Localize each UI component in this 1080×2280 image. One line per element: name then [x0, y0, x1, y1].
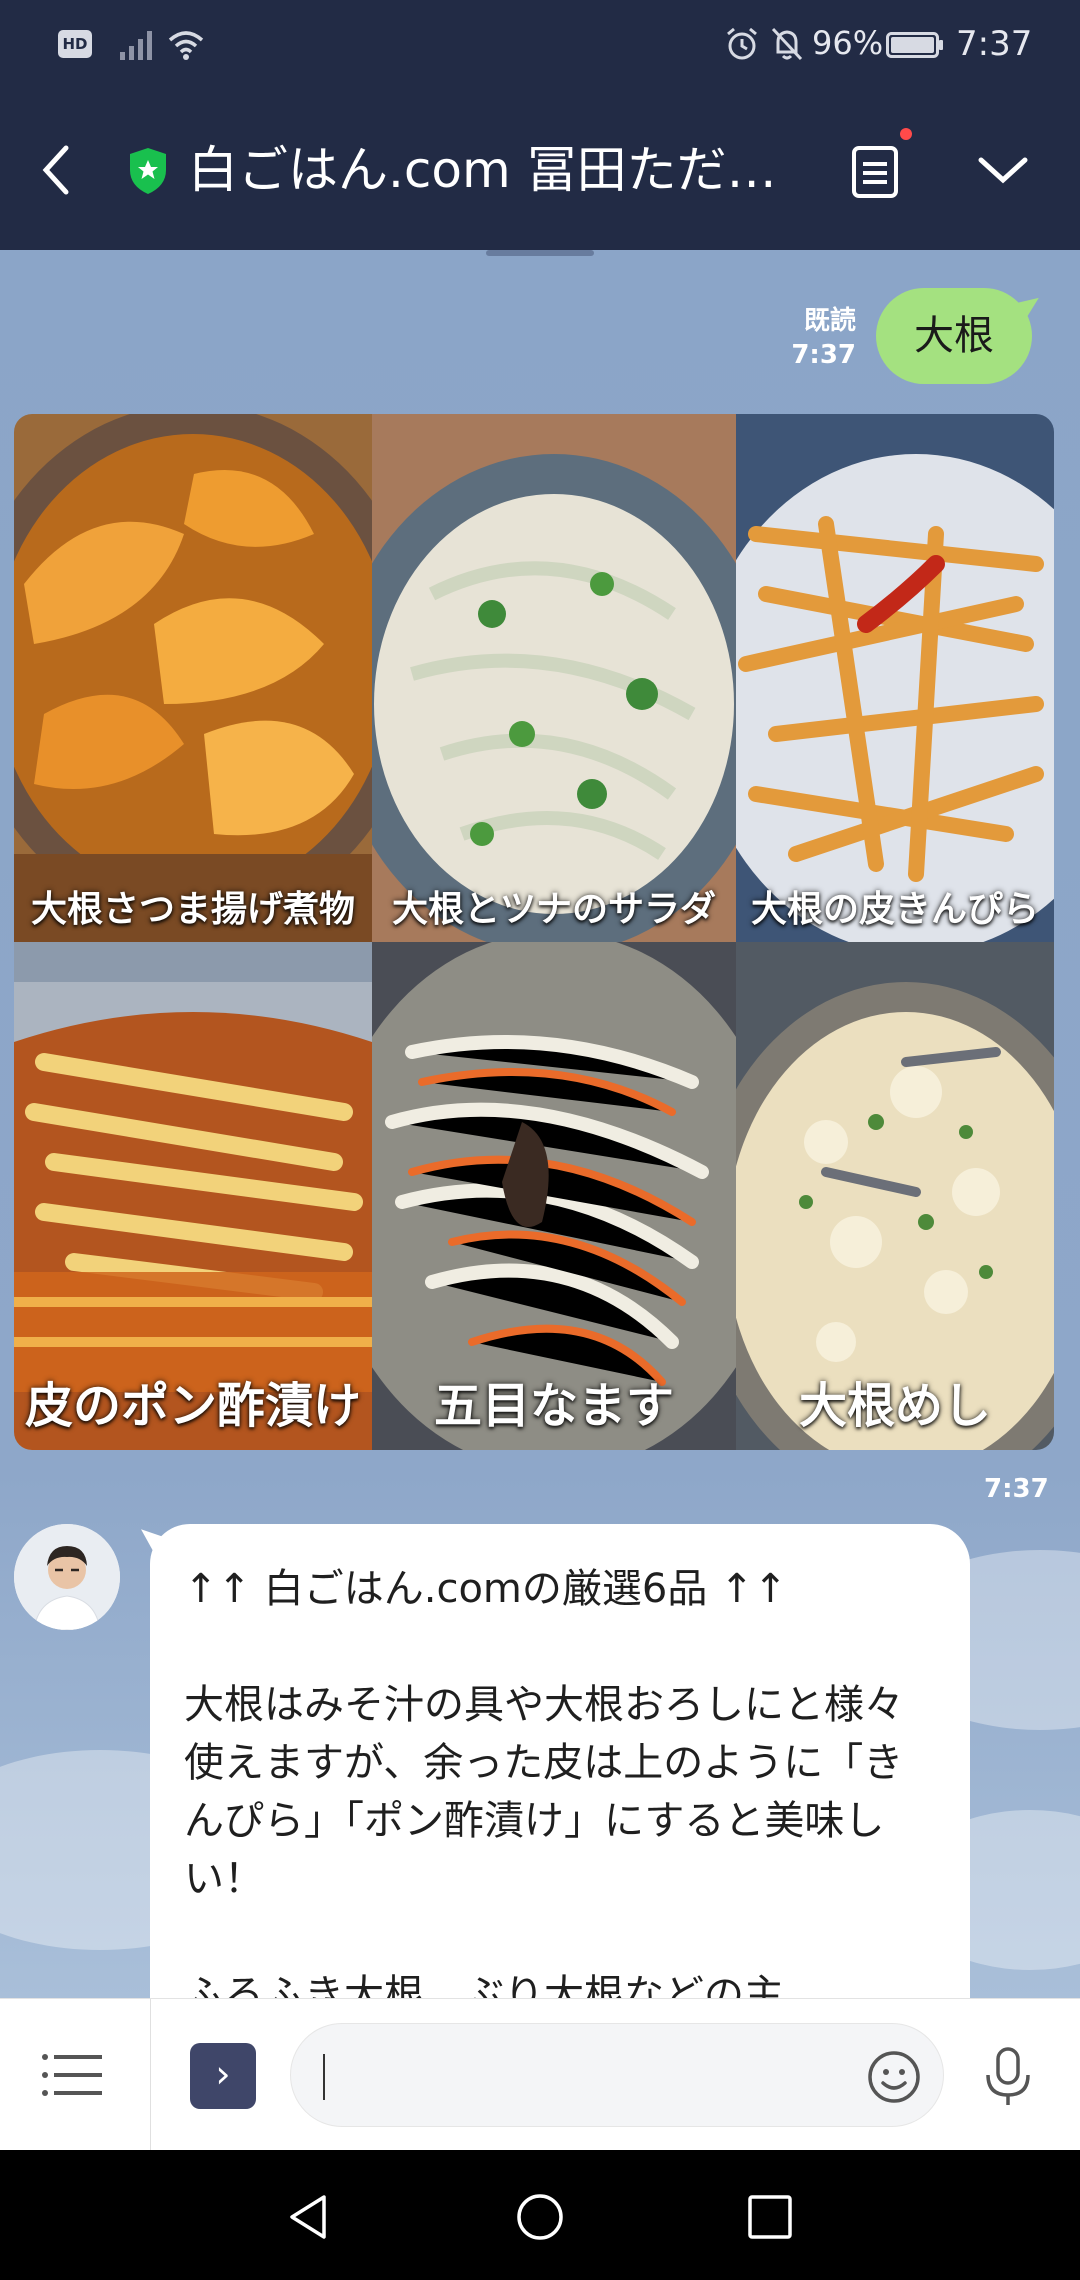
message-line: ↑↑ 白ごはん.comの厳選6品 ↑↑ [184, 1566, 788, 1612]
message-line: 大根はみそ汁の具や大根おろしにと様々使えますが、余った皮は上のように「きんぴら」… [184, 1682, 904, 1902]
alarm-icon [727, 27, 757, 60]
hd-badge: HD [58, 30, 92, 58]
recipe-label: 大根さつま揚げ煮物 [30, 889, 355, 930]
recipe-photo [14, 414, 372, 942]
battery-percent: 96% [812, 24, 884, 62]
recipe-label: 皮のポン酢漬け [24, 1378, 361, 1434]
message-input-field[interactable] [290, 2023, 944, 2127]
signal-icon [120, 31, 152, 60]
recipe-tile[interactable]: 大根とツナのサラダ [372, 414, 736, 942]
chat-area[interactable]: 既読 7:37 大根 大根さつま揚げ煮物 大根とツナのサラダ 大根の皮きんぴら … [0, 250, 1080, 1998]
recents-square-icon[interactable] [745, 2192, 795, 2242]
chevron-down-icon[interactable] [975, 148, 1031, 192]
recipe-tile[interactable]: 皮のポン酢漬け [14, 942, 372, 1450]
outgoing-message[interactable]: 大根 [876, 288, 1032, 384]
notes-icon[interactable] [848, 142, 902, 202]
recipe-grid: 大根さつま揚げ煮物 大根とツナのサラダ 大根の皮きんぴら 皮のポン酢漬け 五目な… [14, 414, 1054, 1450]
outgoing-time: 7:37 [791, 340, 856, 370]
recipe-tile[interactable]: 大根さつま揚げ煮物 [14, 414, 372, 942]
recipe-label: 大根めし [798, 1378, 991, 1434]
recipe-photo [736, 414, 1054, 942]
recipe-label: 大根とツナのサラダ [391, 889, 716, 930]
bell-muted-icon [771, 27, 803, 61]
incoming-message[interactable]: ↑↑ 白ごはん.comの厳選6品 ↑↑ 大根はみそ汁の具や大根おろしにと様々使え… [150, 1524, 970, 1998]
system-nav-bar [0, 2150, 1080, 2280]
expand-icon[interactable]: › [190, 2043, 256, 2109]
avatar-photo [14, 1524, 120, 1630]
grid-time: 7:37 [984, 1474, 1049, 1504]
recipe-label: 五目なます [433, 1378, 674, 1434]
chat-title[interactable]: 白ごはん.com 冨田ただ… [188, 135, 798, 205]
notification-dot [900, 128, 912, 140]
battery-icon [886, 32, 943, 58]
status-bar: HD 96% 7:37 [0, 0, 1080, 90]
input-bar: › [0, 1998, 1080, 2151]
back-icon[interactable] [34, 140, 78, 200]
text-caret [323, 2054, 325, 2100]
chat-header: 白ごはん.com 冨田ただ… [0, 90, 1080, 250]
read-receipt: 既読 7:37 [790, 304, 856, 372]
menu-icon[interactable] [40, 2051, 104, 2099]
verified-shield-icon [130, 148, 166, 194]
recipe-tile[interactable]: 五目なます [372, 942, 736, 1450]
recipe-photo [372, 414, 736, 942]
divider [150, 1999, 151, 2151]
emoji-icon[interactable] [867, 2050, 921, 2104]
scroll-handle[interactable] [486, 250, 594, 256]
wifi-icon [168, 31, 204, 60]
home-circle-icon[interactable] [515, 2192, 565, 2242]
avatar[interactable] [14, 1524, 120, 1630]
back-triangle-icon[interactable] [284, 2192, 334, 2242]
status-clock: 7:37 [956, 24, 1033, 64]
recipe-tile[interactable]: 大根の皮きんぴら [736, 414, 1054, 942]
recipe-tile[interactable]: 大根めし [736, 942, 1054, 1450]
recipe-label: 大根の皮きんぴら [750, 889, 1039, 930]
message-line: ふろふき大根、ぶり大根などの主 [184, 1972, 784, 1998]
message-input[interactable] [335, 2048, 835, 2104]
mic-icon[interactable] [978, 2045, 1038, 2109]
read-label: 既読 [803, 306, 856, 336]
